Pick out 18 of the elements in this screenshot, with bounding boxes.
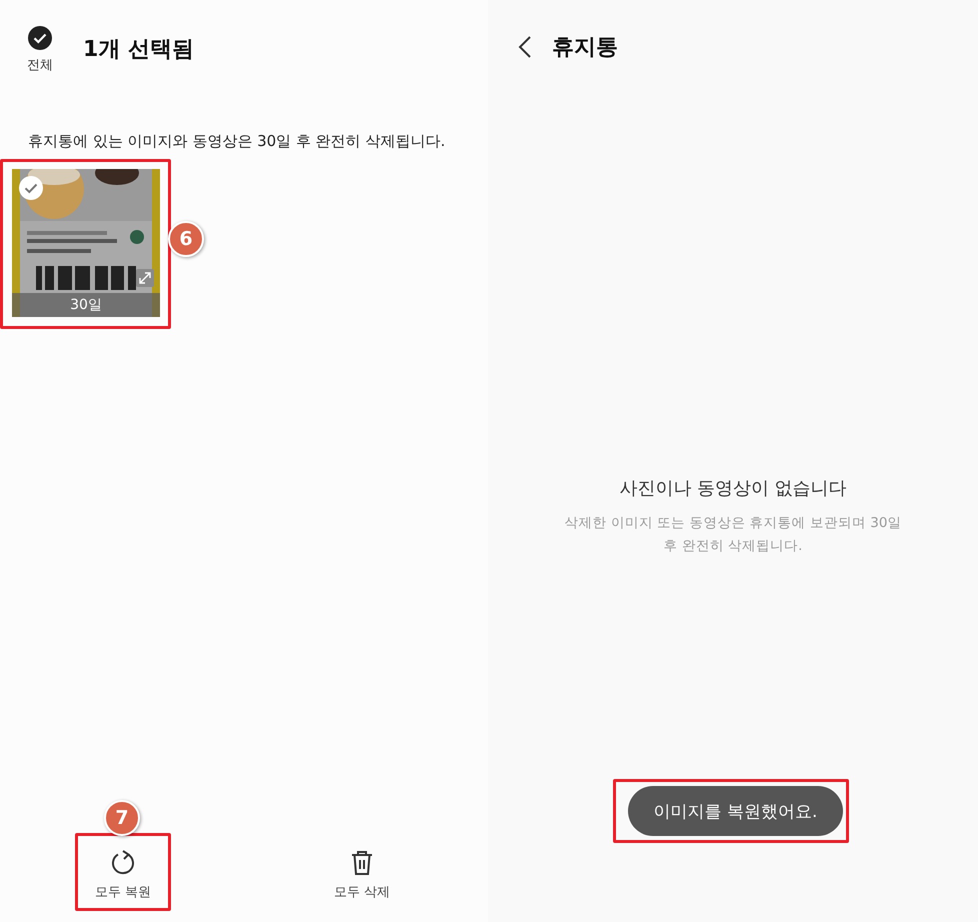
trash-notice: 휴지통에 있는 이미지와 동영상은 30일 후 완전히 삭제됩니다.	[28, 132, 446, 151]
toast-message: 이미지를 복원했어요.	[628, 786, 844, 836]
select-all-label: 전체	[27, 57, 53, 74]
restore-icon	[109, 849, 137, 877]
trash-icon	[349, 849, 375, 877]
empty-title: 사진이나 동영상이 없습니다	[619, 477, 847, 500]
screen-title: 휴지통	[552, 34, 618, 62]
days-left-label: 30일	[12, 293, 160, 317]
select-all-checkbox[interactable]	[28, 26, 52, 50]
restore-all-button[interactable]: 모두 복원	[78, 836, 168, 908]
empty-description: 삭제한 이미지 또는 동영상은 휴지통에 보관되며 30일 후 완전히 삭제됩니다.	[564, 514, 902, 556]
selected-check-icon[interactable]	[19, 176, 43, 200]
expand-icon[interactable]	[136, 269, 154, 287]
back-icon[interactable]	[518, 35, 532, 59]
callout-badge: 6	[168, 221, 204, 257]
selection-title: 1개 선택됨	[83, 36, 194, 64]
callout-badge: 7	[104, 800, 140, 836]
delete-all-button[interactable]: 모두 삭제	[317, 833, 407, 911]
